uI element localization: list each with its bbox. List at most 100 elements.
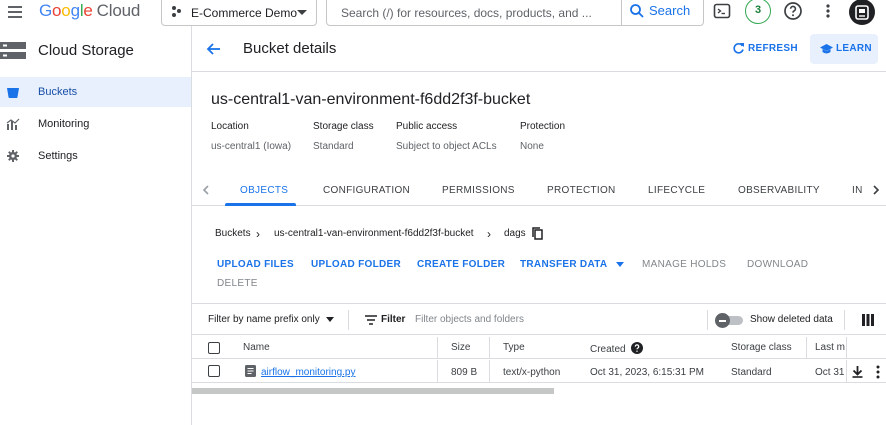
public-access-meta: Public access Subject to object ACLs [396, 121, 497, 152]
sidebar-item-monitoring[interactable]: Monitoring [0, 109, 191, 139]
tab-permissions[interactable]: PERMISSIONS [442, 185, 515, 196]
row-checkbox[interactable] [208, 365, 220, 377]
download-button[interactable]: DOWNLOAD [747, 259, 808, 270]
avatar[interactable] [849, 0, 875, 25]
file-size: 809 B [451, 367, 478, 378]
column-header-type[interactable]: Type [503, 342, 525, 353]
help-icon[interactable] [783, 1, 805, 23]
sidebar-item-label: Buckets [38, 86, 78, 98]
transfer-data-button[interactable]: TRANSFER DATA [520, 259, 625, 270]
upload-files-button[interactable]: UPLOAD FILES [217, 259, 294, 270]
transfer-data-label: TRANSFER DATA [520, 259, 608, 270]
column-divider [489, 360, 490, 383]
delete-button[interactable]: DELETE [217, 278, 258, 289]
search-button[interactable]: Search [621, 0, 705, 26]
logo-letter: G [39, 1, 53, 20]
tab-configuration[interactable]: CONFIGURATION [323, 185, 410, 196]
meta-label: Public access [396, 121, 458, 132]
refresh-icon [733, 43, 744, 54]
gear-icon [7, 150, 19, 162]
tab-lifecycle[interactable]: LIFECYCLE [648, 185, 705, 196]
storage-class-meta: Storage class Standard [313, 121, 374, 152]
search-bar[interactable]: Search (/) for resources, docs, products… [326, 0, 704, 26]
show-deleted-toggle[interactable] [715, 313, 743, 328]
column-header-size[interactable]: Size [451, 342, 470, 353]
column-header-created-label: Created [590, 344, 626, 355]
chevron-right-icon[interactable] [870, 183, 882, 197]
filter-label: Filter [381, 314, 406, 325]
account-icon [855, 5, 869, 20]
main-content: Bucket details REFRESH LEARN us-central1… [192, 26, 886, 425]
select-all-checkbox[interactable] [208, 342, 220, 354]
storage-icon [0, 42, 26, 59]
filter-bar: Filter by name prefix only Filter Filter… [192, 303, 886, 335]
back-arrow-icon[interactable] [206, 41, 222, 57]
filter-icon[interactable] [365, 315, 377, 325]
column-display-icon[interactable] [862, 314, 874, 326]
product-header: Cloud Storage [0, 41, 192, 61]
column-header-created[interactable]: Created [590, 342, 644, 355]
column-divider[interactable] [846, 337, 847, 359]
upload-folder-button[interactable]: UPLOAD FOLDER [311, 259, 401, 270]
prefix-filter-select[interactable]: Filter by name prefix only [208, 314, 334, 325]
file-storage-class: Standard [731, 367, 772, 378]
cloud-shell-icon[interactable] [712, 1, 734, 23]
page-header: Bucket details REFRESH LEARN [192, 26, 886, 72]
sidebar-item-label: Monitoring [38, 118, 90, 130]
product-title: Cloud Storage [38, 42, 134, 59]
filter-input[interactable]: Filter objects and folders [415, 314, 524, 325]
divider [844, 310, 845, 330]
active-tab-indicator [225, 203, 296, 206]
file-created: Oct 31, 2023, 6:15:31 PM [590, 367, 704, 378]
chevron-down-icon [616, 261, 625, 267]
sidebar-item-buckets[interactable]: Buckets [0, 77, 191, 107]
google-cloud-logo[interactable]: Google Cloud [39, 1, 140, 21]
tab-scroll-area: OBJECTS CONFIGURATION PERMISSIONS PROTEC… [192, 174, 868, 206]
search-button-label: Search [649, 3, 691, 18]
learn-label: LEARN [836, 43, 872, 54]
tab-observability[interactable]: OBSERVABILITY [738, 185, 820, 196]
prefix-filter-label: Filter by name prefix only [208, 314, 320, 325]
breadcrumb-bucket[interactable]: us-central1-van-environment-f6dd2f3f-buc… [274, 228, 474, 239]
horizontal-scrollbar[interactable] [192, 388, 554, 394]
divider [707, 310, 708, 330]
meta-value: us-central1 (Iowa) [211, 141, 292, 152]
meta-value: Subject to object ACLs [396, 141, 497, 152]
column-divider[interactable] [437, 337, 438, 359]
column-header-last-modified[interactable]: Last m [815, 342, 845, 353]
breadcrumb-buckets[interactable]: Buckets [215, 228, 251, 239]
search-input[interactable]: Search (/) for resources, docs, products… [341, 6, 592, 20]
download-icon[interactable] [852, 366, 863, 378]
notifications-badge[interactable]: 3 [745, 0, 771, 24]
meta-label: Location [211, 121, 249, 132]
sidebar-item-label: Settings [38, 150, 78, 162]
meta-label: Storage class [313, 121, 374, 132]
logo-letter: g [70, 1, 80, 20]
column-header-storage-class[interactable]: Storage class [731, 342, 792, 353]
learn-button[interactable]: LEARN [810, 34, 878, 64]
column-divider[interactable] [806, 337, 807, 359]
file-icon [245, 365, 256, 377]
more-vert-icon[interactable] [818, 1, 840, 23]
sidebar-item-settings[interactable]: Settings [0, 141, 191, 171]
meta-value: Standard [313, 141, 354, 152]
column-divider [437, 360, 438, 383]
copy-icon[interactable] [532, 227, 543, 240]
tab-inventory[interactable]: IN [852, 185, 863, 196]
column-header-name[interactable]: Name [243, 342, 270, 353]
main-menu-icon[interactable] [6, 3, 24, 21]
manage-holds-button[interactable]: MANAGE HOLDS [642, 259, 726, 270]
show-deleted-label: Show deleted data [750, 314, 833, 325]
column-divider[interactable] [489, 337, 490, 359]
table-row[interactable]: airflow_monitoring.py 809 B text/x-pytho… [192, 360, 886, 383]
file-name-link[interactable]: airflow_monitoring.py [261, 367, 356, 378]
tab-objects[interactable]: OBJECTS [240, 185, 288, 196]
tab-protection[interactable]: PROTECTION [547, 185, 616, 196]
table-header: Name Size Type Created Storage class Las… [192, 337, 886, 359]
bar-chart-icon [6, 118, 20, 130]
project-picker[interactable]: E-Commerce Demo [161, 0, 317, 26]
help-icon[interactable] [631, 342, 644, 354]
more-vert-icon[interactable] [875, 365, 881, 379]
create-folder-button[interactable]: CREATE FOLDER [417, 259, 505, 270]
toggle-knob [715, 313, 730, 328]
